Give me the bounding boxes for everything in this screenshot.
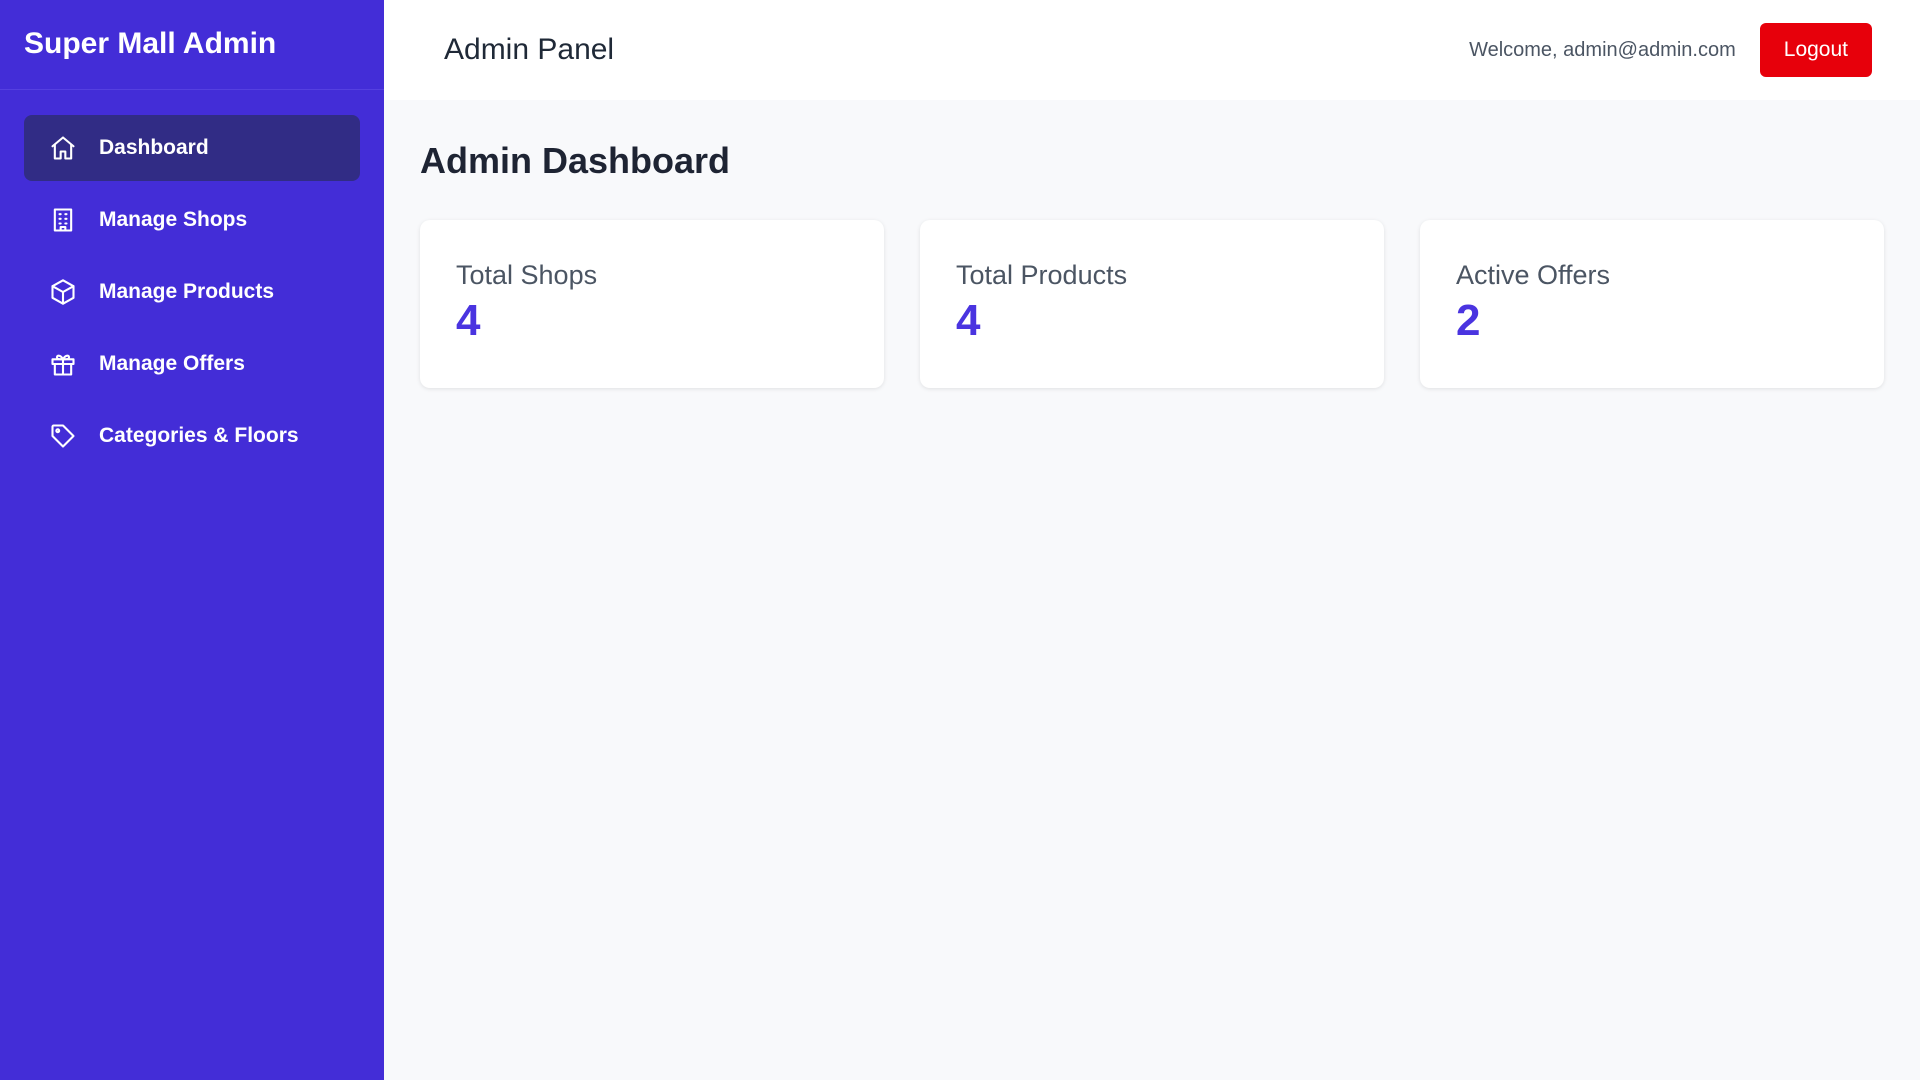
stat-value: 4 xyxy=(456,296,481,345)
gift-icon xyxy=(49,350,77,378)
sidebar-item-label: Manage Shops xyxy=(99,208,248,231)
sidebar-item-manage-offers[interactable]: Manage Offers xyxy=(24,331,360,397)
sidebar-item-categories-floors[interactable]: Categories & Floors xyxy=(24,403,360,469)
welcome-text: Welcome, admin@admin.com xyxy=(1469,38,1736,61)
sidebar-item-dashboard[interactable]: Dashboard xyxy=(24,115,360,181)
brand-title: Super Mall Admin xyxy=(0,0,384,90)
top-bar: Admin Panel Welcome, admin@admin.com Log… xyxy=(384,0,1920,100)
stat-card-total-shops: Total Shops 4 xyxy=(420,220,884,388)
stat-value: 2 xyxy=(1456,296,1481,345)
box-icon xyxy=(49,278,77,306)
stat-label: Total Products xyxy=(956,260,1128,290)
building-icon xyxy=(49,206,77,234)
dashboard-content: Admin Dashboard Total Shops 4 Total Prod… xyxy=(384,100,1920,428)
sidebar-item-label: Categories & Floors xyxy=(99,424,299,447)
sidebar-item-label: Dashboard xyxy=(99,136,209,159)
stat-label: Total Shops xyxy=(456,260,598,290)
sidebar-item-manage-shops[interactable]: Manage Shops xyxy=(24,187,360,253)
sidebar-item-manage-products[interactable]: Manage Products xyxy=(24,259,360,325)
page-title: Admin Dashboard xyxy=(420,140,731,181)
stat-card-total-products: Total Products 4 xyxy=(920,220,1384,388)
stats-cards: Total Shops 4 Total Products 4 Active Of… xyxy=(420,220,1884,388)
header-title: Admin Panel xyxy=(444,33,615,66)
sidebar-nav: Dashboard Manage Shops Manage Products M… xyxy=(0,90,384,500)
sidebar-item-label: Manage Products xyxy=(99,280,275,303)
sidebar-item-label: Manage Offers xyxy=(99,352,245,375)
tag-icon xyxy=(49,422,77,450)
stat-label: Active Offers xyxy=(1456,260,1611,290)
stat-card-active-offers: Active Offers 2 xyxy=(1420,220,1884,388)
header-actions: Welcome, admin@admin.com Logout xyxy=(1469,23,1872,77)
sidebar: Super Mall Admin Dashboard Manage Shops xyxy=(0,0,384,1080)
stat-value: 4 xyxy=(956,296,981,345)
logout-button[interactable]: Logout xyxy=(1759,23,1872,77)
home-icon xyxy=(49,134,77,162)
main-area: Admin Panel Welcome, admin@admin.com Log… xyxy=(384,0,1920,1080)
